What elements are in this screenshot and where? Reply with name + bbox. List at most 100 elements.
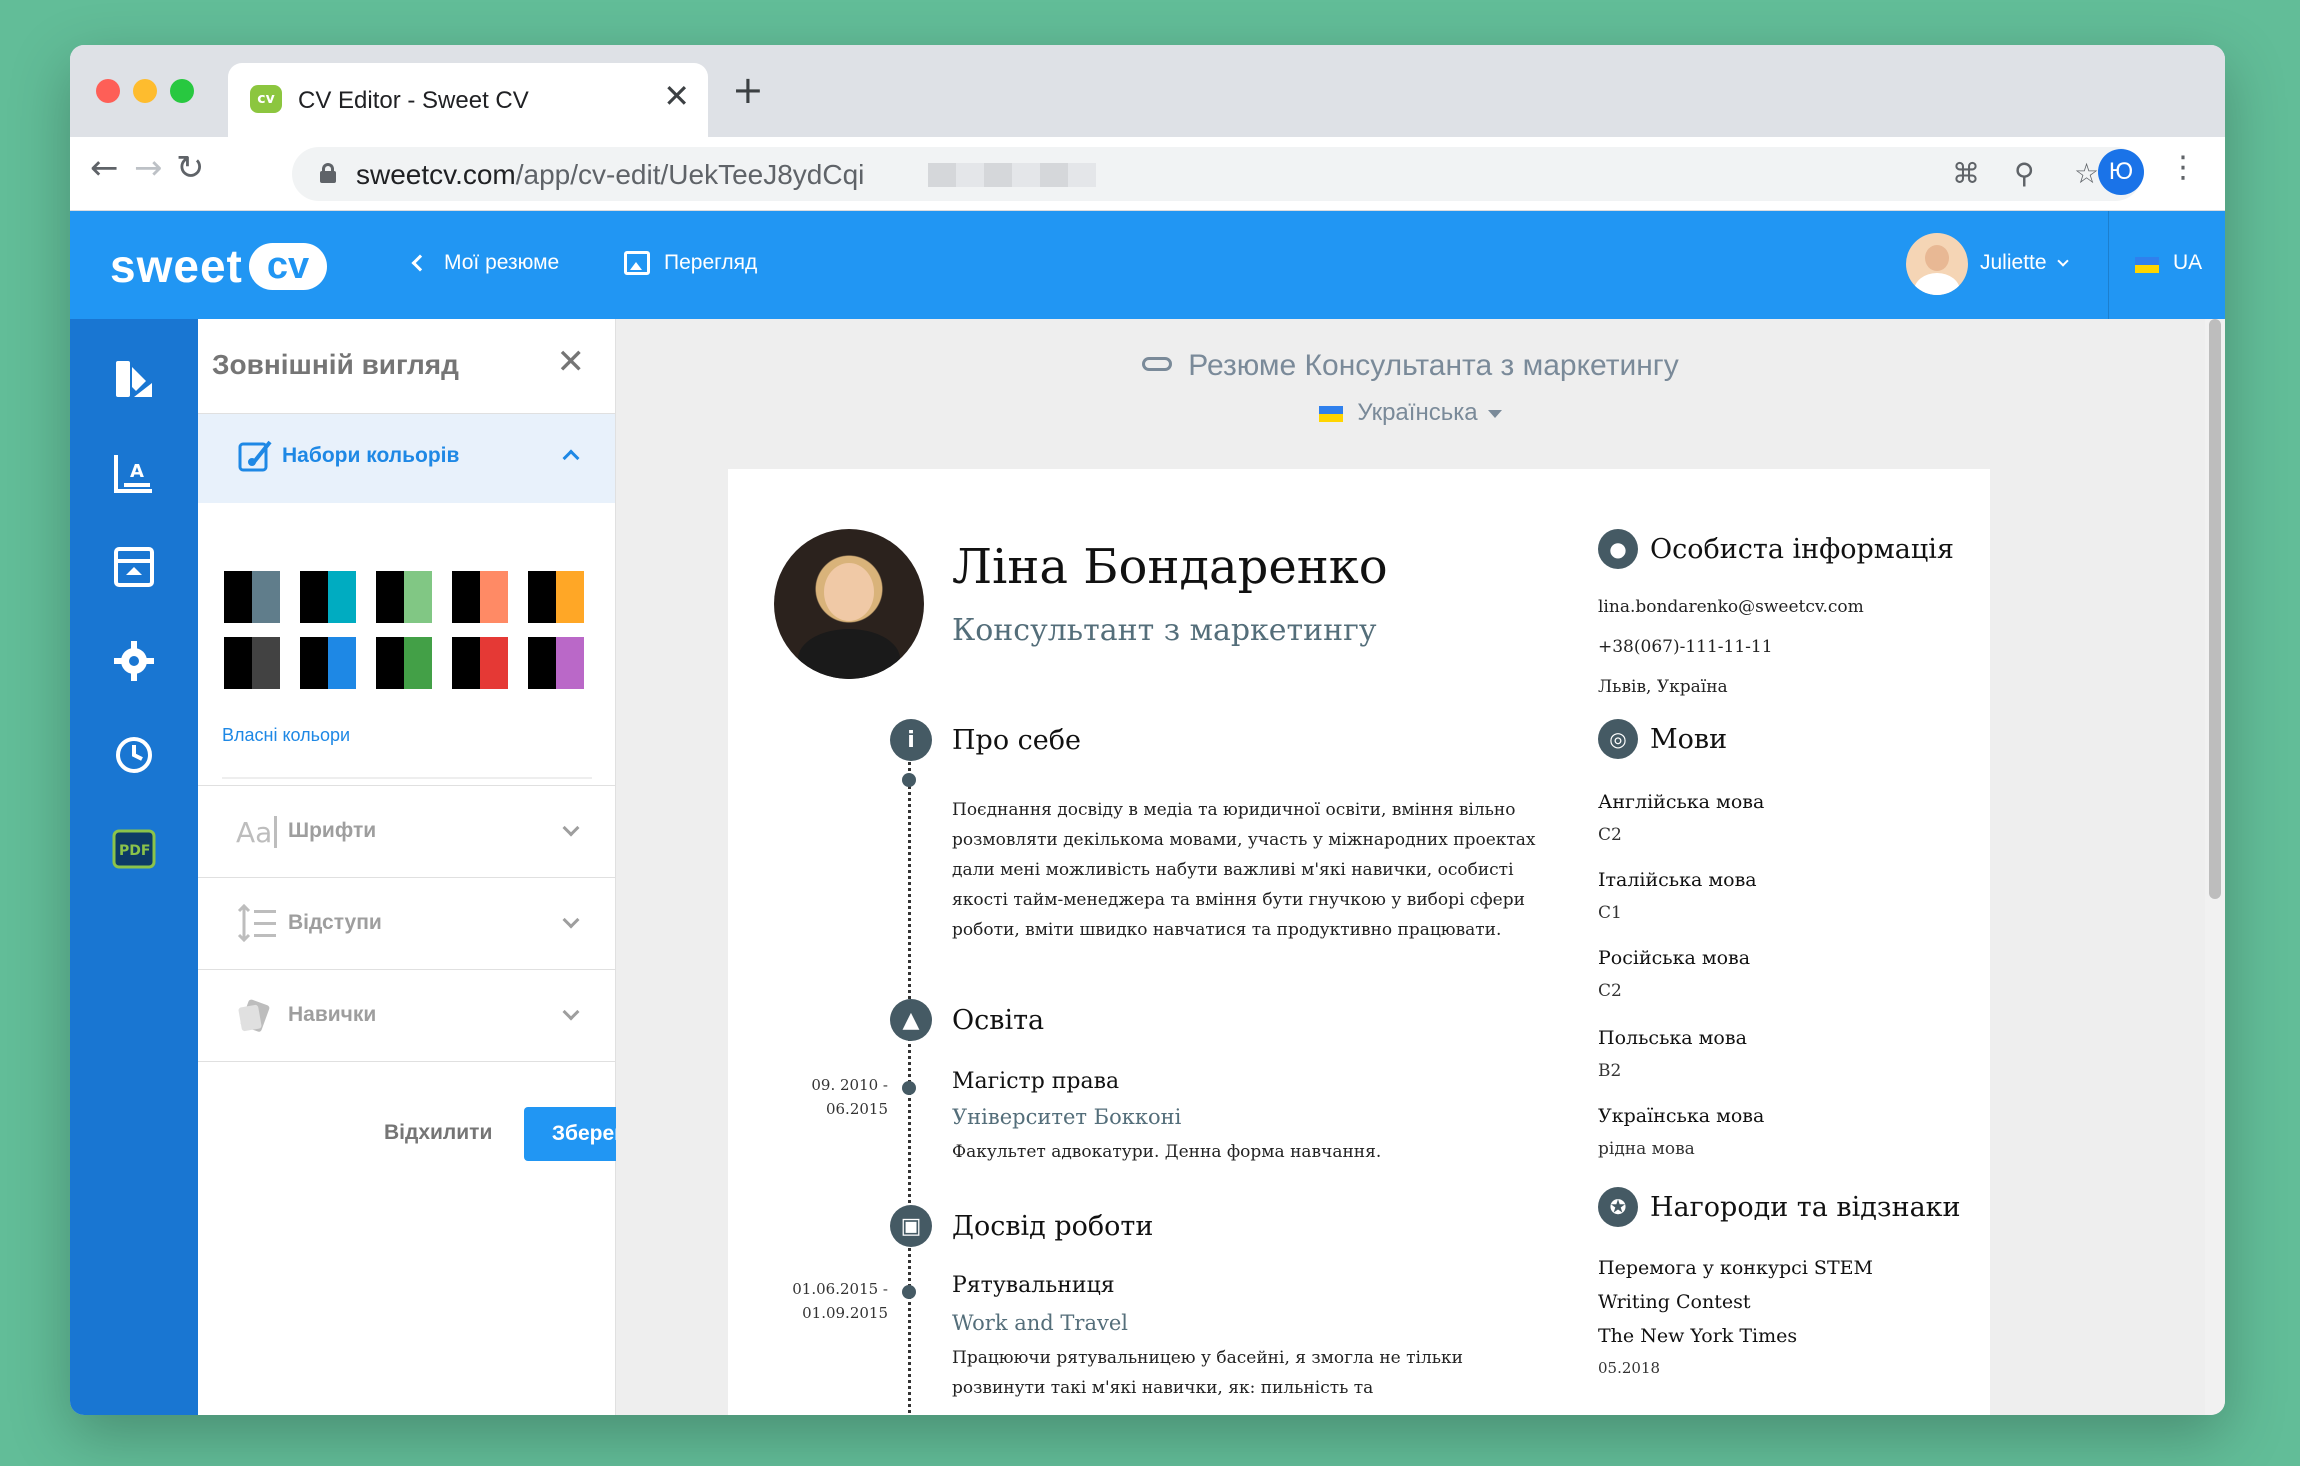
- palette-brush-icon: [238, 440, 272, 472]
- about-text[interactable]: Поєднання досвіду в медіа та юридичної о…: [952, 795, 1542, 945]
- user-menu[interactable]: Juliette: [1980, 251, 2069, 275]
- color-swatch[interactable]: [376, 637, 432, 689]
- back-arrow-icon[interactable]: ←: [90, 151, 119, 185]
- work-company[interactable]: Work and Travel: [952, 1311, 1128, 1335]
- education-degree[interactable]: Магістр права: [952, 1069, 1119, 1094]
- tab-strip: cv CV Editor - Sweet CV ✕ +: [70, 45, 2225, 137]
- award-date[interactable]: 05.2018: [1598, 1359, 1660, 1377]
- education-description[interactable]: Факультет адвокатури. Денна форма навчан…: [952, 1137, 1552, 1167]
- spacing-accordion[interactable]: Відступи: [198, 877, 615, 969]
- color-swatch[interactable]: [300, 571, 356, 623]
- color-swatch[interactable]: [528, 637, 584, 689]
- language-name[interactable]: Англійська мова: [1598, 791, 1764, 813]
- url-text: sweetcv.com/app/cv-edit/UekTeeJ8ydCqi: [356, 159, 864, 191]
- education-section-title[interactable]: Освіта: [952, 1005, 1044, 1036]
- close-panel-icon[interactable]: ✕: [557, 345, 586, 379]
- award-line[interactable]: Writing Contest: [1598, 1291, 1750, 1313]
- reload-icon[interactable]: ↻: [176, 151, 205, 185]
- cv-language-select[interactable]: Українська: [616, 399, 2205, 427]
- color-swatch[interactable]: [224, 571, 280, 623]
- city-text[interactable]: Львів, Україна: [1598, 677, 1728, 697]
- skills-accordion[interactable]: Навички: [198, 969, 615, 1061]
- about-section-title[interactable]: Про себе: [952, 725, 1081, 756]
- profile-photo[interactable]: [774, 529, 924, 679]
- education-school[interactable]: Університет Бокконі: [952, 1105, 1181, 1129]
- language-name[interactable]: Українська мова: [1598, 1105, 1764, 1127]
- work-position[interactable]: Рятувальниця: [952, 1273, 1115, 1298]
- color-swatch[interactable]: [300, 637, 356, 689]
- cv-full-name[interactable]: Ліна Бондаренко: [952, 539, 1388, 595]
- browser-profile-avatar[interactable]: Ю: [2098, 149, 2144, 195]
- history-icon[interactable]: [112, 733, 156, 777]
- browser-tab[interactable]: cv CV Editor - Sweet CV ✕: [228, 63, 708, 137]
- lock-icon: [320, 163, 336, 183]
- fonts-accordion[interactable]: Aa Шрифти: [198, 785, 615, 877]
- info-icon: i: [890, 719, 932, 761]
- color-swatch[interactable]: [376, 571, 432, 623]
- work-section-title[interactable]: Досвід роботи: [952, 1211, 1153, 1242]
- logo-cv-badge: cv: [248, 242, 328, 290]
- languages-heading[interactable]: ◎ Мови: [1598, 719, 1727, 759]
- color-sets-accordion[interactable]: Набори кольорів: [198, 413, 615, 503]
- email-text[interactable]: lina.bondarenko@sweetcv.com: [1598, 597, 1864, 617]
- work-date-end: 01.09.2015: [802, 1304, 888, 1322]
- phone-text[interactable]: +38(067)-111-11-11: [1598, 637, 1773, 657]
- text-format-icon[interactable]: A: [112, 451, 156, 495]
- browser-toolbar: ← → ↻ sweetcv.com/app/cv-edit/UekTeeJ8yd…: [70, 137, 2225, 211]
- language-level[interactable]: C2: [1598, 825, 1622, 845]
- work-description[interactable]: Працюючи рятувальницею у басейні, я змог…: [952, 1343, 1552, 1403]
- url-host: sweetcv.com: [356, 159, 516, 190]
- logo-sweet-text: sweet: [110, 240, 243, 292]
- zoom-icon[interactable]: ⚲: [2014, 157, 2035, 190]
- cv-title[interactable]: Резюме Консультанта з маркетингу: [616, 349, 2205, 383]
- cv-document[interactable]: Ліна Бондаренко Консультант з маркетингу…: [728, 469, 1990, 1415]
- color-swatch[interactable]: [452, 637, 508, 689]
- address-bar[interactable]: sweetcv.com/app/cv-edit/UekTeeJ8ydCqi ⌘ …: [292, 147, 2142, 201]
- sweetcv-logo[interactable]: sweet cv: [110, 239, 328, 293]
- cancel-button[interactable]: Відхилити: [384, 1121, 492, 1145]
- header-divider: [2108, 211, 2109, 319]
- forward-arrow-icon[interactable]: →: [134, 151, 163, 185]
- cv-title-text: Резюме Консультанта з маркетингу: [1188, 349, 1679, 382]
- browser-menu-icon[interactable]: ⋮: [2168, 153, 2198, 183]
- settings-gear-icon[interactable]: [112, 639, 156, 683]
- my-resumes-link[interactable]: Мої резюме: [411, 251, 559, 275]
- user-avatar[interactable]: [1906, 233, 1968, 295]
- language-level[interactable]: C2: [1598, 981, 1622, 1001]
- language-level[interactable]: C1: [1598, 903, 1622, 923]
- color-swatch[interactable]: [452, 571, 508, 623]
- skills-label: Навички: [288, 1003, 377, 1026]
- new-tab-icon[interactable]: +: [732, 71, 764, 109]
- sections-icon[interactable]: [112, 545, 156, 589]
- language-name[interactable]: Польська мова: [1598, 1027, 1747, 1049]
- ukraine-flag-icon[interactable]: [2135, 257, 2159, 273]
- bookmark-star-icon[interactable]: ☆: [2074, 157, 2099, 190]
- awards-heading[interactable]: ✪ Нагороди та відзнаки: [1598, 1187, 1961, 1227]
- page-scrollbar[interactable]: [2205, 319, 2225, 1415]
- minimize-window-button[interactable]: [133, 79, 157, 103]
- translate-icon[interactable]: ⌘: [1952, 157, 1980, 190]
- color-swatch[interactable]: [528, 571, 584, 623]
- preview-link[interactable]: Перегляд: [624, 251, 757, 275]
- language-name[interactable]: Російська мова: [1598, 947, 1750, 969]
- language-level[interactable]: рідна мова: [1598, 1139, 1695, 1159]
- color-swatch[interactable]: [224, 637, 280, 689]
- close-window-button[interactable]: [96, 79, 120, 103]
- award-issuer[interactable]: The New York Times: [1598, 1325, 1797, 1347]
- font-icon: Aa: [236, 816, 277, 849]
- close-tab-icon[interactable]: ✕: [663, 80, 690, 112]
- chevron-down-icon: [562, 819, 580, 837]
- personal-info-heading[interactable]: ● Особиста інформація: [1598, 529, 1954, 569]
- pdf-download-icon[interactable]: PDF: [112, 827, 156, 871]
- language-level[interactable]: B2: [1598, 1061, 1621, 1081]
- cv-job-title[interactable]: Консультант з маркетингу: [952, 613, 1377, 648]
- templates-icon[interactable]: [112, 357, 156, 401]
- custom-colors-link[interactable]: Власні кольори: [222, 725, 350, 746]
- award-name[interactable]: Перемога у конкурсі STEM: [1598, 1257, 1873, 1279]
- chevron-up-icon: [562, 449, 580, 467]
- language-name[interactable]: Італійська мова: [1598, 869, 1757, 891]
- spacing-label: Відступи: [288, 911, 382, 934]
- maximize-window-button[interactable]: [170, 79, 194, 103]
- language-switcher[interactable]: UA: [2173, 251, 2202, 275]
- scrollbar-thumb[interactable]: [2209, 319, 2221, 899]
